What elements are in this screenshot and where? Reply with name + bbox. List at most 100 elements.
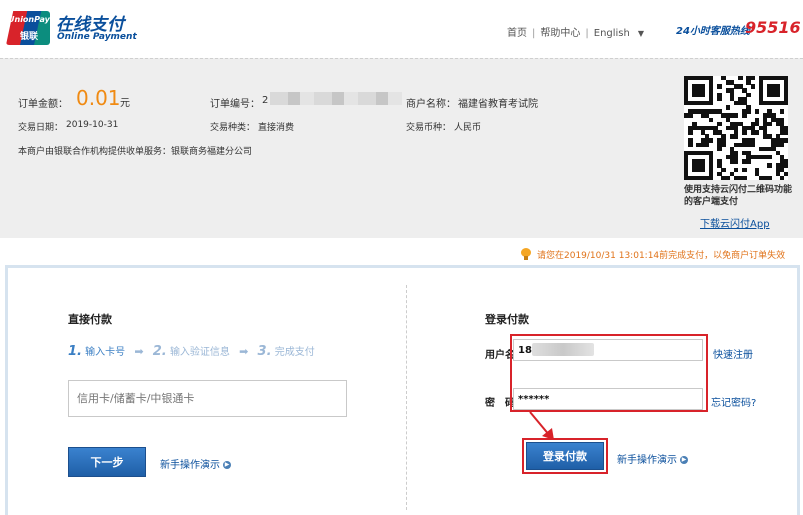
qr-module [725,105,731,110]
qr-module [742,113,747,118]
qr-module [779,109,785,114]
amount-label: 订单金额： [18,99,68,110]
step-2-label: 输入验证信息 [169,347,230,358]
chevron-down-icon[interactable]: ▼ [638,29,644,38]
step-1-number: 1. [68,344,82,359]
download-app-link[interactable]: 下载云闪付App [700,215,770,230]
logo-text-en: UnionPay [8,15,50,24]
login-demo-link[interactable]: 新手操作演示 ▶ [617,451,688,466]
qr-module [779,175,785,181]
highlight-box-credentials [510,334,708,412]
next-step-button[interactable]: 下一步 [68,447,146,477]
qr-module [688,142,693,147]
forgot-password-link[interactable]: 忘记密码? [711,394,756,409]
unionpay-logo: UnionPay 银联 [6,11,50,45]
qr-module [733,113,739,118]
qr-module [717,121,722,127]
qr-module [754,109,760,114]
qr-module [725,175,731,181]
hotline-label: 24小时客服热线 [676,26,750,37]
direct-demo-label[interactable]: 新手操作演示 [160,460,220,471]
lightbulb-icon [521,248,531,260]
play-icon[interactable]: ▶ [223,461,231,469]
qr-module [708,100,714,106]
qr-module [717,96,722,102]
qr-module [767,175,772,181]
payment-page: UnionPay 银联 在线支付 Online Payment 首页 | 帮助中心 |… [0,0,803,515]
step-arrow-icon: ➡ [239,345,249,358]
qr-module [783,171,789,177]
qr-module [688,113,693,118]
payment-deadline-notice: 请您在2019/10/31 13:01:14前完成支付，以免商户订单失效 [537,251,786,261]
qr-note: 使用支持云闪付二维码功能的客户端支付 [684,185,793,207]
logo-text-cn: 银联 [20,32,39,42]
qr-module [750,76,755,81]
qr-module [733,159,739,164]
qr-module [738,76,743,81]
login-demo-label[interactable]: 新手操作演示 [617,455,677,466]
qr-module [746,109,751,114]
direct-pay-steps: 1. 输入卡号 ➡ 2. 输入验证信息 ➡ 3. 完成支付 [68,343,315,359]
amount-value: 0.01 [76,86,121,110]
brand-subtitle: Online Payment [57,32,137,42]
header: UnionPay 银联 在线支付 Online Payment 首页 | 帮助中心 |… [0,0,803,58]
card-number-input[interactable] [68,380,347,417]
qr-module [746,92,751,98]
step-2-number: 2. [152,344,167,359]
qr-module [746,159,751,164]
qr-module [700,92,706,98]
merchant-label: 商户名称： [406,99,456,110]
qr-module [717,84,722,89]
qr-module [708,175,714,181]
amount-unit: 元 [120,98,130,109]
qr-module [783,130,789,135]
qr-module [708,138,714,143]
direct-demo-link[interactable]: 新手操作演示 ▶ [160,456,231,471]
login-pay-title: 登录付款 [485,313,529,326]
qr-module [688,130,693,135]
order-no-label: 订单编号： [210,99,260,110]
quick-register-link[interactable]: 快速注册 [713,346,753,361]
qr-module [742,167,747,172]
qr-module [783,138,789,143]
qr-module [767,121,772,127]
qr-module [767,163,772,168]
type-label: 交易种类： [210,123,256,133]
qr-module [783,163,789,168]
play-icon[interactable]: ▶ [680,456,688,464]
panel-divider [406,285,407,510]
login-pay-button[interactable]: 登录付款 [526,442,604,470]
qr-module [733,167,739,172]
step-1-label: 输入卡号 [85,347,126,358]
top-nav: 首页 | 帮助中心 | English ▼ [507,24,644,39]
type-value: 直接消费 [258,123,295,133]
qr-module [721,142,726,147]
qr-module [708,117,714,123]
qr-module [704,142,710,147]
nav-help-link[interactable]: 帮助中心 [540,24,580,39]
order-no-redaction [270,92,402,105]
qr-module [700,167,706,172]
qr-code [684,76,789,181]
qr-module [779,142,785,147]
step-arrow-icon: ➡ [134,345,144,358]
merchant-value: 福建省教育考试院 [458,99,538,110]
currency-label: 交易币种： [406,123,452,133]
qr-module [742,130,747,135]
step-3-label: 完成支付 [274,347,315,358]
nav-language-select[interactable]: English [594,28,630,39]
qr-module [733,134,739,139]
qr-module [767,155,772,160]
qr-module [754,130,760,135]
date-label: 交易日期： [18,123,64,133]
step-3-number: 3. [257,344,272,359]
qr-module [717,146,722,152]
order-no-value: 2 [262,95,269,106]
qr-module [750,142,755,147]
qr-module [775,92,780,98]
nav-home-link[interactable]: 首页 [507,24,527,39]
direct-pay-title: 直接付款 [68,313,112,326]
qr-module [783,100,789,106]
qr-module [742,175,747,181]
hotline-number: 95516 [745,18,801,37]
